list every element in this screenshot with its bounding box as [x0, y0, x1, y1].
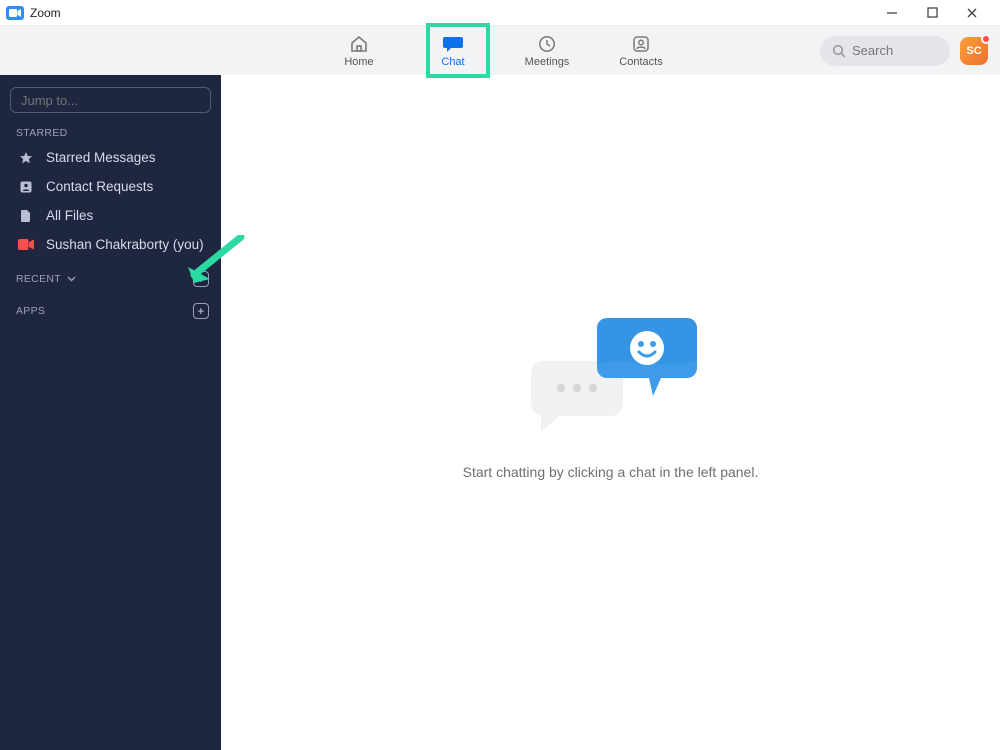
contacts-icon: [632, 34, 650, 54]
window-maximize-button[interactable]: [912, 0, 952, 26]
nav-chat-label: Chat: [441, 56, 464, 68]
window-title: Zoom: [30, 6, 61, 20]
add-app-button[interactable]: +: [193, 303, 209, 319]
jump-to-input[interactable]: [10, 87, 211, 113]
video-icon: [18, 239, 34, 250]
sidebar-item-label: Contact Requests: [46, 179, 153, 194]
sidebar-item-starred-messages[interactable]: Starred Messages: [0, 143, 221, 172]
nav-contacts-label: Contacts: [619, 56, 662, 68]
home-icon: [349, 34, 369, 54]
sidebar-section-starred: STARRED: [0, 121, 221, 143]
chat-sidebar: STARRED Starred Messages Contact Request…: [0, 75, 221, 750]
window-close-button[interactable]: [952, 0, 992, 26]
chat-main-area: Start chatting by clicking a chat in the…: [221, 75, 1000, 750]
sidebar-item-contact-requests[interactable]: Contact Requests: [0, 172, 221, 201]
contact-request-icon: [18, 180, 34, 194]
nav-chat[interactable]: Chat: [420, 26, 486, 75]
sidebar-item-self-chat[interactable]: Sushan Chakraborty (you): [0, 230, 221, 259]
avatar-initials: SC: [966, 45, 981, 57]
search-icon: [832, 44, 846, 58]
starred-header-label: STARRED: [16, 127, 68, 139]
sidebar-item-all-files[interactable]: All Files: [0, 201, 221, 230]
notification-dot-icon: [981, 34, 991, 44]
sidebar-item-label: Sushan Chakraborty (you): [46, 237, 204, 252]
search-field[interactable]: [852, 43, 932, 58]
chat-icon: [442, 34, 464, 54]
recent-header-label: RECENT: [16, 273, 61, 285]
nav-home-label: Home: [344, 56, 373, 68]
top-toolbar: Home Chat Meetings Contacts SC: [0, 26, 1000, 75]
profile-avatar[interactable]: SC: [960, 37, 988, 65]
apps-header-label: APPS: [16, 305, 45, 317]
search-input[interactable]: [820, 36, 950, 66]
sidebar-item-label: Starred Messages: [46, 150, 156, 165]
window-titlebar: Zoom: [0, 0, 1000, 26]
zoom-app-icon: [6, 6, 24, 20]
nav-meetings[interactable]: Meetings: [514, 26, 580, 75]
add-recent-button[interactable]: +: [193, 271, 209, 287]
sidebar-item-label: All Files: [46, 208, 93, 223]
sidebar-section-apps[interactable]: APPS +: [0, 297, 221, 323]
nav-contacts[interactable]: Contacts: [608, 26, 674, 75]
chevron-down-icon: [67, 273, 76, 285]
star-icon: [18, 151, 34, 165]
file-icon: [18, 209, 34, 223]
nav-meetings-label: Meetings: [525, 56, 570, 68]
empty-chat-hint: Start chatting by clicking a chat in the…: [463, 464, 759, 480]
nav-home[interactable]: Home: [326, 26, 392, 75]
clock-icon: [538, 34, 556, 54]
sidebar-section-recent[interactable]: RECENT +: [0, 265, 221, 291]
window-minimize-button[interactable]: [872, 0, 912, 26]
empty-chat-illustration: [511, 306, 711, 436]
jump-to-field[interactable]: [21, 93, 200, 108]
